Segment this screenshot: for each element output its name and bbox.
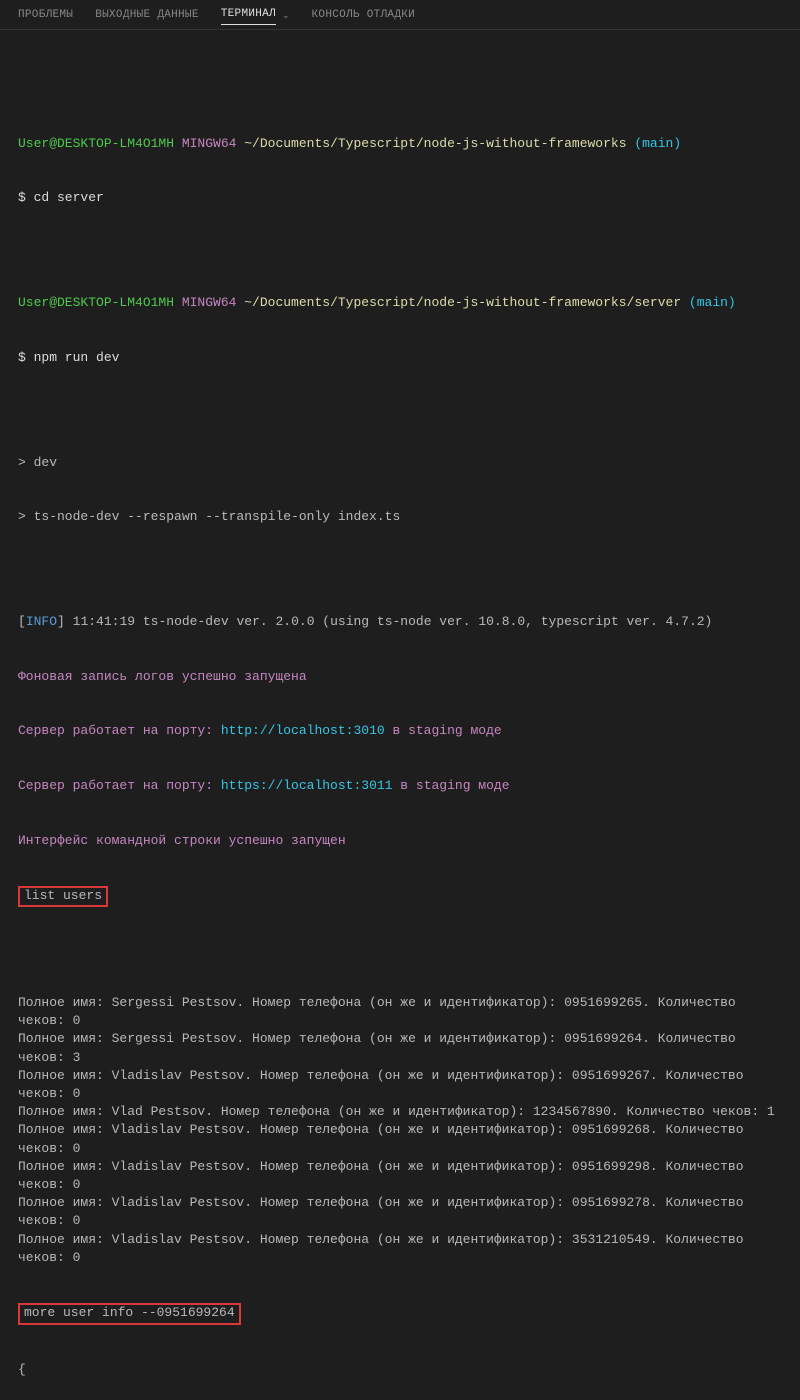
server-label: Сервер работает на порту: [18, 778, 221, 793]
tab-output[interactable]: ВЫХОДНЫЕ ДАННЫЕ [95, 9, 199, 25]
server-url: http://localhost:3010 [221, 723, 385, 738]
user-row: Полное имя: Vladislav Pestsov. Номер тел… [18, 1194, 782, 1230]
prompt-mingw: MINGW64 [174, 295, 244, 310]
cli-line: Интерфейс командной строки успешно запущ… [18, 832, 782, 850]
output-line: > dev [18, 454, 782, 472]
chevron-down-icon: ⌄ [282, 11, 290, 21]
bracket: [ [18, 614, 26, 629]
prompt-mingw: MINGW64 [174, 136, 244, 151]
terminal-content[interactable]: User@DESKTOP-LM4O1MH MINGW64 ~/Documents… [0, 30, 800, 1400]
output-line: > ts-node-dev --respawn --transpile-only… [18, 508, 782, 526]
prompt-branch: (main) [627, 136, 682, 151]
info-rest: ts-node-dev ver. 2.0.0 (using ts-node ve… [135, 614, 712, 629]
server-label: Сервер работает на порту: [18, 723, 221, 738]
command-npm-run-dev: $ npm run dev [18, 349, 782, 367]
panel-tabs: ПРОБЛЕМЫ ВЫХОДНЫЕ ДАННЫЕ ТЕРМИНАЛ ⌄ КОНС… [0, 0, 800, 30]
server-url: https://localhost:3011 [221, 778, 393, 793]
user-row: Полное имя: Sergessi Pestsov. Номер теле… [18, 994, 782, 1030]
user-row: Полное имя: Vladislav Pestsov. Номер тел… [18, 1121, 782, 1157]
info-label: INFO [26, 614, 57, 629]
user-row: Полное имя: Vladislav Pestsov. Номер тел… [18, 1231, 782, 1267]
prompt-user: User@DESKTOP-LM4O1MH [18, 136, 174, 151]
bracket: ] [57, 614, 73, 629]
log-line: Фоновая запись логов успешно запущена [18, 668, 782, 686]
prompt-path: ~/Documents/Typescript/node-js-without-f… [244, 295, 681, 310]
user-row: Полное имя: Vladislav Pestsov. Номер тел… [18, 1158, 782, 1194]
prompt-path: ~/Documents/Typescript/node-js-without-f… [244, 136, 626, 151]
user-row: Полное имя: Vladislav Pestsov. Номер тел… [18, 1067, 782, 1103]
user-row: Полное имя: Sergessi Pestsov. Номер теле… [18, 1030, 782, 1066]
tab-debug-console[interactable]: КОНСОЛЬ ОТЛАДКИ [312, 9, 416, 25]
object-brace: { [18, 1361, 782, 1379]
highlighted-command-more-user-info: more user info --0951699264 [18, 1303, 241, 1324]
server-mode: в staging моде [385, 723, 502, 738]
tab-terminal[interactable]: ТЕРМИНАЛ [221, 8, 276, 25]
server-mode: в staging моде [392, 778, 509, 793]
highlighted-command-list-users: list users [18, 886, 108, 907]
command-cd: $ cd server [18, 189, 782, 207]
user-row: Полное имя: Vlad Pestsov. Номер телефона… [18, 1103, 782, 1121]
tab-problems[interactable]: ПРОБЛЕМЫ [18, 9, 73, 25]
prompt-branch: (main) [681, 295, 736, 310]
prompt-user: User@DESKTOP-LM4O1MH [18, 295, 174, 310]
info-time: 11:41:19 [73, 614, 135, 629]
